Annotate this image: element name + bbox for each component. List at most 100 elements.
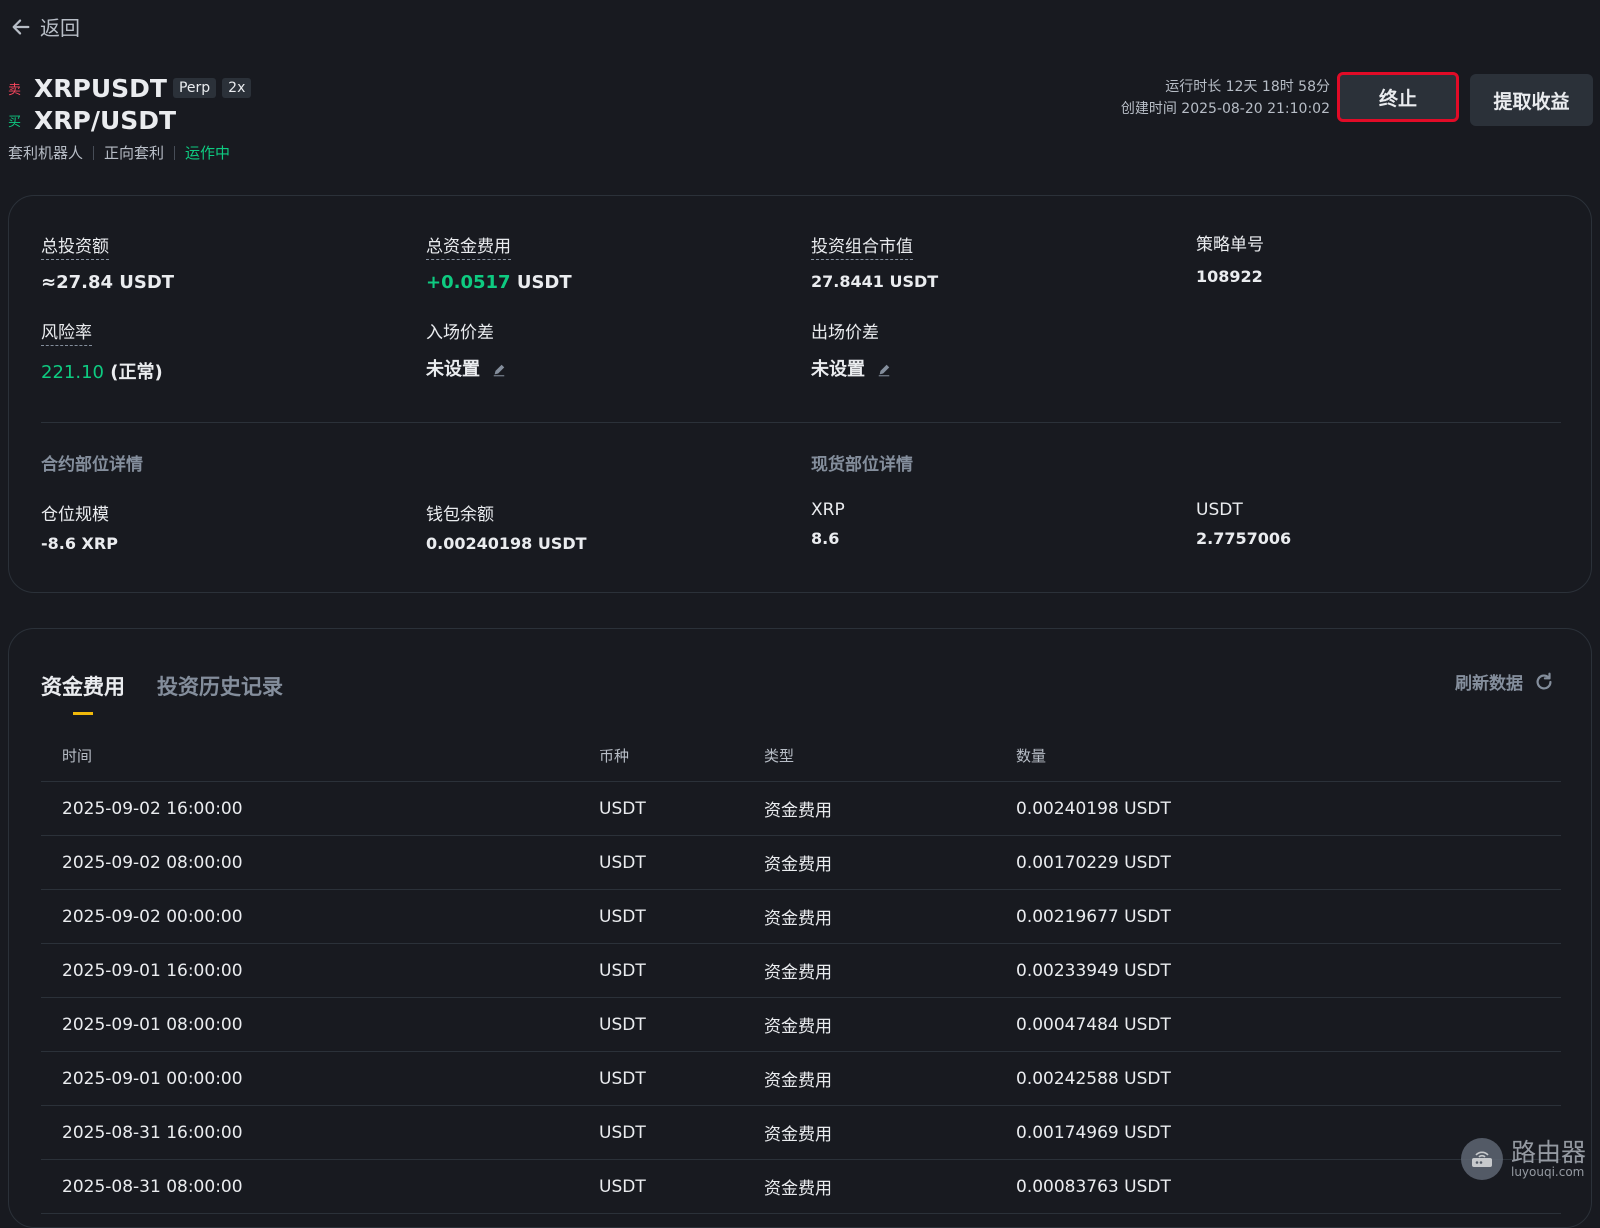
refresh-icon [1536,672,1552,690]
portfolio-label[interactable]: 投资组合市值 [811,232,913,260]
cell-time: 2025-08-31 08:00:00 [41,1159,599,1214]
total-invest-label[interactable]: 总投资额 [41,232,109,260]
cell-type: 资金费用 [764,943,1016,998]
col-header-type: 类型 [764,729,1016,782]
spot-usdt-label: USDT [1196,500,1243,520]
table-header-row: 时间 币种 类型 数量 [41,729,1561,782]
cell-time: 2025-09-02 08:00:00 [41,835,599,890]
cell-coin: USDT [599,835,764,890]
cell-amount: 0.00219677 USDT [1016,889,1561,944]
cell-amount: 0.00242588 USDT [1016,1051,1561,1106]
watermark: 路由器 luyouqi.com [1460,1137,1586,1180]
col-header-amount: 数量 [1016,729,1561,782]
stop-button[interactable]: 终止 [1337,72,1459,122]
divider [93,145,95,160]
tab-funding-fees[interactable]: 资金费用 [41,671,125,715]
table-row: 2025-09-02 00:00:00 USDT 资金费用 0.00219677 US… [41,889,1561,944]
cell-type: 资金费用 [764,1105,1016,1160]
back-label: 返回 [40,16,80,40]
perp-badge: Perp [172,78,217,98]
section-divider [41,422,1561,423]
spot-xrp-value: 8.6 [811,529,840,548]
spot-position-title: 现货部位详情 [811,455,913,475]
cell-coin: USDT [599,1159,764,1214]
portfolio-value: 27.8441 USDT [811,272,939,291]
spot-symbol: XRP/USDT [34,105,177,135]
funding-unit: USDT [516,272,572,293]
entry-spread-label: 入场价差 [426,323,494,343]
buy-tag: 买 [8,114,22,130]
created-time-text: 创建时间 2025-08-20 21:10:02 [1120,101,1330,117]
sell-tag: 卖 [8,82,22,98]
summary-card: 总投资额 ≈27.84 USDT 总资金费用 +0.0517 USDT 投资组合… [8,195,1592,593]
cell-amount: 0.00233949 USDT [1016,943,1561,998]
strategy-type: 正向套利 [104,144,165,162]
cell-type: 资金费用 [764,997,1016,1052]
bot-header: 卖 XRPUSDT Perp 2x 买 XRP/USDT 套利机器人 正向套利 … [8,72,252,163]
table-row: 2025-08-31 16:00:00 USDT 资金费用 0.00174969 US… [41,1105,1561,1160]
cell-coin: USDT [599,1051,764,1106]
cell-time: 2025-09-01 00:00:00 [41,1051,599,1106]
cell-time: 2025-08-31 16:00:00 [41,1105,599,1160]
table-row: 2025-09-02 16:00:00 USDT 资金费用 0.00240198 US… [41,781,1561,836]
risk-status: (正常) [110,362,163,383]
cell-amount: 0.00047484 USDT [1016,997,1561,1052]
cell-time: 2025-09-01 16:00:00 [41,943,599,998]
col-header-coin: 币种 [599,729,764,782]
withdraw-profit-button[interactable]: 提取收益 [1470,74,1593,126]
wallet-balance-value: 0.00240198 USDT [426,534,587,553]
refresh-button[interactable]: 刷新数据 [1455,669,1555,694]
table-row: 2025-09-01 00:00:00 USDT 资金费用 0.00242588 US… [41,1051,1561,1106]
cell-time: 2025-09-01 08:00:00 [41,997,599,1052]
funding-fee-table: 时间 币种 类型 数量 2025-09-02 16:00:00 USDT 资金费用 0… [41,729,1561,1214]
cell-type: 资金费用 [764,781,1016,836]
back-link[interactable]: 返回 [10,12,80,41]
col-header-time: 时间 [41,729,599,782]
spot-xrp-label: XRP [811,500,845,520]
watermark-name: 路由器 [1510,1137,1586,1167]
refresh-label: 刷新数据 [1455,674,1523,694]
exit-spread-value: 未设置 [811,359,865,380]
futures-position-title: 合约部位详情 [41,455,143,475]
cell-coin: USDT [599,997,764,1052]
cell-coin: USDT [599,1105,764,1160]
router-logo-icon [1460,1138,1503,1180]
cell-type: 资金费用 [764,1159,1016,1214]
cell-coin: USDT [599,943,764,998]
order-id-value: 108922 [1196,267,1263,286]
records-card: 资金费用 投资历史记录 刷新数据 时间 币种 类型 数量 2025-09-02 … [8,628,1592,1228]
edit-icon[interactable] [492,363,506,377]
table-row: 2025-09-01 16:00:00 USDT 资金费用 0.00233949 US… [41,943,1561,998]
wallet-balance-label: 钱包余额 [426,505,494,525]
run-info: 运行时长 12天 18时 58分 创建时间 2025-08-20 21:10:0… [1121,76,1330,120]
funding-value: +0.0517 [426,272,511,293]
cell-type: 资金费用 [764,889,1016,944]
edit-icon[interactable] [877,363,891,377]
table-row: 2025-09-01 08:00:00 USDT 资金费用 0.00047484 US… [41,997,1561,1052]
risk-value: 221.10 [41,362,104,383]
position-size-label: 仓位规模 [41,505,109,525]
perp-symbol: XRPUSDT [34,73,167,103]
spot-usdt-value: 2.7757006 [1196,529,1292,548]
cell-coin: USDT [599,781,764,836]
cell-type: 资金费用 [764,835,1016,890]
funding-label[interactable]: 总资金费用 [426,232,511,260]
watermark-url: luyouqi.com [1510,1165,1585,1180]
total-invest-value: ≈27.84 USDT [41,272,175,293]
risk-label[interactable]: 风险率 [41,318,92,346]
position-size-value: -8.6 XRP [41,534,118,553]
cell-type: 资金费用 [764,1051,1016,1106]
tab-investment-history[interactable]: 投资历史记录 [157,671,283,701]
table-row: 2025-09-02 08:00:00 USDT 资金费用 0.00170229 US… [41,835,1561,890]
cell-amount: 0.00240198 USDT [1016,781,1561,836]
entry-spread-value: 未设置 [426,359,480,380]
table-row: 2025-08-31 08:00:00 USDT 资金费用 0.00083763 US… [41,1159,1561,1214]
leverage-badge: 2x [222,78,252,98]
divider [174,145,176,160]
cell-amount: 0.00170229 USDT [1016,835,1561,890]
runtime-text: 运行时长 12天 18时 58分 [1165,79,1330,95]
cell-coin: USDT [599,889,764,944]
exit-spread-label: 出场价差 [811,323,879,343]
cell-time: 2025-09-02 00:00:00 [41,889,599,944]
bot-type: 套利机器人 [8,144,84,162]
